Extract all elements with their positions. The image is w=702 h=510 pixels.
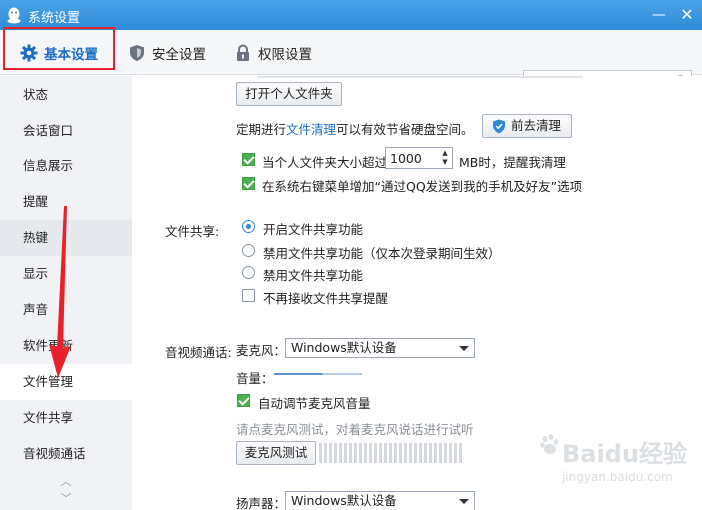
speaker-label: 扬声器： bbox=[236, 496, 287, 510]
av-call-section-label: 音视频通话: bbox=[165, 345, 232, 360]
speaker-select[interactable]: Windows默认设备 bbox=[285, 491, 475, 510]
title-bar: 系统设置 — ✕ bbox=[0, 0, 702, 30]
sidebar-scroll-down-icon[interactable]: ﹀ bbox=[58, 493, 74, 505]
size-limit-checkbox[interactable] bbox=[242, 153, 255, 166]
sidebar-item-software-update[interactable]: 软件更新 bbox=[0, 328, 132, 364]
sidebar-item-file-sharing[interactable]: 文件共享 bbox=[0, 400, 132, 436]
scrolled-divider bbox=[257, 76, 583, 78]
tab-label: 安全设置 bbox=[152, 46, 206, 63]
go-clean-button[interactable]: 前去清理 bbox=[482, 114, 572, 138]
tab-permission-settings[interactable]: 权限设置 bbox=[234, 30, 312, 75]
clean-prefix-text: 定期进行 bbox=[236, 122, 287, 137]
settings-tab-bar: 基本设置 安全设置 权限设置 bbox=[0, 30, 702, 94]
mic-test-button[interactable]: 麦克风测试 bbox=[236, 441, 316, 465]
auto-adjust-mic-checkbox[interactable] bbox=[237, 394, 250, 407]
size-limit-label: 当个人文件夹大小超过 bbox=[262, 155, 388, 170]
size-limit-unit-label: MB时，提醒我清理 bbox=[459, 155, 566, 170]
context-menu-label: 在系统右键菜单增加“通过QQ发送到我的手机及好友”选项 bbox=[262, 179, 583, 194]
no-share-remind-checkbox[interactable] bbox=[242, 289, 255, 302]
chevron-down-icon bbox=[459, 346, 469, 351]
minimize-button[interactable]: — bbox=[648, 5, 670, 25]
sidebar-item-status[interactable]: 状态 bbox=[0, 77, 132, 113]
tab-security-settings[interactable]: 安全设置 bbox=[128, 30, 206, 75]
sidebar-item-reminder[interactable]: 提醒 bbox=[0, 184, 132, 220]
speaker-select-value: Windows默认设备 bbox=[291, 493, 397, 508]
settings-content: 打开个人文件夹 定期进行 文件清理 可以有效节省硬盘空间。 前去清理 当个人文件… bbox=[132, 76, 702, 510]
stepper-up-icon[interactable]: ▲ bbox=[440, 149, 450, 158]
sidebar-item-chat-window[interactable]: 会话窗口 bbox=[0, 113, 132, 149]
file-share-disable-session-radio[interactable] bbox=[242, 244, 255, 257]
mic-level-meter bbox=[319, 443, 462, 463]
file-share-enable-radio[interactable] bbox=[242, 220, 255, 233]
file-share-disable-radio[interactable] bbox=[242, 266, 255, 279]
volume-slider[interactable] bbox=[274, 373, 362, 375]
size-limit-stepper[interactable]: 1000 ▲ ▼ bbox=[385, 147, 453, 169]
microphone-label: 麦克风： bbox=[236, 343, 287, 358]
microphone-select-value: Windows默认设备 bbox=[291, 340, 397, 355]
stepper-down-icon[interactable]: ▼ bbox=[440, 158, 450, 167]
mic-test-hint: 请点麦克风测试，对着麦克风说话进行试听 bbox=[236, 422, 474, 437]
open-personal-folder-button[interactable]: 打开个人文件夹 bbox=[236, 82, 342, 106]
sidebar-item-display[interactable]: 显示 bbox=[0, 256, 132, 292]
chevron-down-icon bbox=[459, 499, 469, 504]
sidebar-item-info-display[interactable]: 信息展示 bbox=[0, 148, 132, 184]
size-limit-value[interactable]: 1000 bbox=[390, 151, 422, 166]
sidebar-item-file-management[interactable]: 文件管理 bbox=[0, 364, 132, 400]
volume-label: 音量： bbox=[236, 371, 274, 386]
file-share-disable-label: 禁用文件共享功能 bbox=[263, 268, 364, 283]
sidebar-item-hotkey[interactable]: 热键 bbox=[0, 220, 132, 256]
tab-label: 权限设置 bbox=[258, 46, 312, 63]
close-button[interactable]: ✕ bbox=[676, 5, 698, 25]
tab-label: 基本设置 bbox=[44, 46, 98, 63]
file-share-section-label: 文件共享: bbox=[165, 224, 220, 239]
context-menu-checkbox[interactable] bbox=[242, 177, 255, 190]
file-share-enable-label: 开启文件共享功能 bbox=[263, 222, 364, 237]
lock-icon bbox=[237, 44, 249, 61]
settings-sidebar: 状态 会话窗口 信息展示 提醒 热键 显示 声音 软件更新 文件管理 文件共享 … bbox=[0, 76, 132, 510]
no-share-remind-label: 不再接收文件共享提醒 bbox=[263, 291, 389, 306]
shield-icon bbox=[493, 119, 505, 134]
tab-basic-settings[interactable]: 基本设置 bbox=[20, 30, 98, 75]
shield-icon bbox=[130, 44, 144, 61]
sidebar-scroll-up-icon[interactable]: ︿ bbox=[58, 476, 74, 488]
microphone-select[interactable]: Windows默认设备 bbox=[285, 338, 475, 358]
auto-adjust-mic-label: 自动调节麦克风音量 bbox=[258, 396, 371, 411]
clean-suffix-text: 可以有效节省硬盘空间。 bbox=[336, 122, 474, 137]
sidebar-item-sound[interactable]: 声音 bbox=[0, 292, 132, 328]
qq-logo-icon bbox=[7, 7, 21, 24]
window-title: 系统设置 bbox=[28, 11, 81, 26]
file-share-disable-session-label: 禁用文件共享功能（仅本次登录期间生效） bbox=[263, 246, 501, 261]
gear-icon bbox=[20, 44, 38, 61]
sidebar-item-av-call[interactable]: 音视频通话 bbox=[0, 436, 132, 472]
file-clean-link[interactable]: 文件清理 bbox=[286, 119, 336, 138]
go-clean-button-label: 前去清理 bbox=[510, 118, 561, 133]
